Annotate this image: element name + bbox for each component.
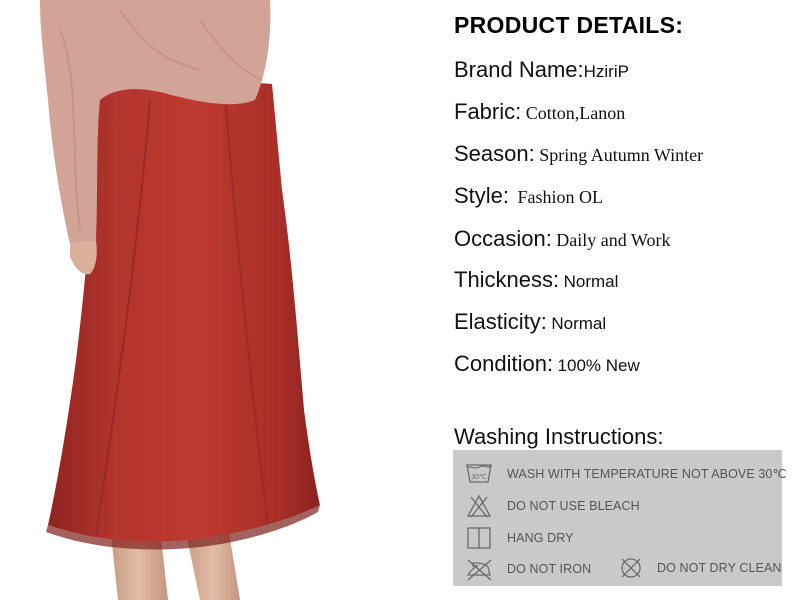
washing-instructions-heading: Washing Instructions: xyxy=(454,424,664,449)
detail-key: Occasion: xyxy=(454,226,552,251)
detail-key: Brand Name: xyxy=(454,57,584,82)
detail-row-occasion: Occasion: Daily and Work xyxy=(454,226,670,252)
wash-item: DO NOT DRY CLEAN xyxy=(619,556,782,580)
wash-30-icon: 30℃ xyxy=(466,464,492,483)
wash-label: DO NOT IRON xyxy=(507,562,592,576)
detail-value: Cotton,Lanon xyxy=(525,103,626,123)
detail-key: Season: xyxy=(454,141,535,166)
no-bleach-icon xyxy=(466,494,492,518)
detail-value: HziriP xyxy=(583,62,629,81)
product-photo xyxy=(0,0,440,600)
detail-key: Condition: xyxy=(454,351,554,376)
product-details-heading: PRODUCT DETAILS: xyxy=(454,12,684,38)
wash-item: DO NOT IRON xyxy=(465,556,591,582)
wash-item: DO NOT USE BLEACH xyxy=(465,493,640,519)
detail-row-season: Season: Spring Autumn Winter xyxy=(454,141,703,167)
hang-dry-icon xyxy=(467,527,491,549)
detail-key: Fabric: xyxy=(454,99,522,124)
detail-row-condition: Condition: 100% New xyxy=(454,351,640,377)
detail-value: Spring Autumn Winter xyxy=(539,145,704,165)
detail-row-thickness: Thickness: Normal xyxy=(454,267,618,293)
wash-label: WASH WITH TEMPERATURE NOT ABOVE 30℃ xyxy=(507,466,787,481)
detail-key: Style: xyxy=(454,183,510,208)
washing-instructions-panel: 30℃ WASH WITH TEMPERATURE NOT ABOVE 30℃ … xyxy=(453,450,787,586)
hand xyxy=(70,240,97,275)
wash-item: 30℃ WASH WITH TEMPERATURE NOT ABOVE 30℃ xyxy=(465,460,787,486)
detail-value: Daily and Work xyxy=(556,230,671,250)
detail-key: Elasticity: xyxy=(454,309,547,334)
detail-row-elasticity: Elasticity: Normal xyxy=(454,309,606,335)
wash-label: DO NOT DRY CLEAN xyxy=(657,561,782,575)
wash-label: HANG DRY xyxy=(507,531,574,545)
do-not-iron-icon xyxy=(466,559,492,581)
detail-key: Thickness: xyxy=(454,267,560,292)
detail-row-style: Style: Fashion OL xyxy=(454,183,603,209)
wash-item: HANG DRY xyxy=(465,525,574,551)
skirt-illustration xyxy=(40,0,320,600)
detail-value: Fashion OL xyxy=(517,187,603,207)
detail-row-fabric: Fabric: Cotton,Lanon xyxy=(454,99,625,125)
detail-value: 100% New xyxy=(557,356,640,375)
detail-row-brand: Brand Name:HziriP xyxy=(454,57,629,83)
detail-value: Normal xyxy=(563,272,619,291)
do-not-dry-clean-icon xyxy=(621,558,641,578)
svg-text:30℃: 30℃ xyxy=(471,474,487,481)
wash-label: DO NOT USE BLEACH xyxy=(507,499,640,513)
detail-value: Normal xyxy=(551,314,607,333)
